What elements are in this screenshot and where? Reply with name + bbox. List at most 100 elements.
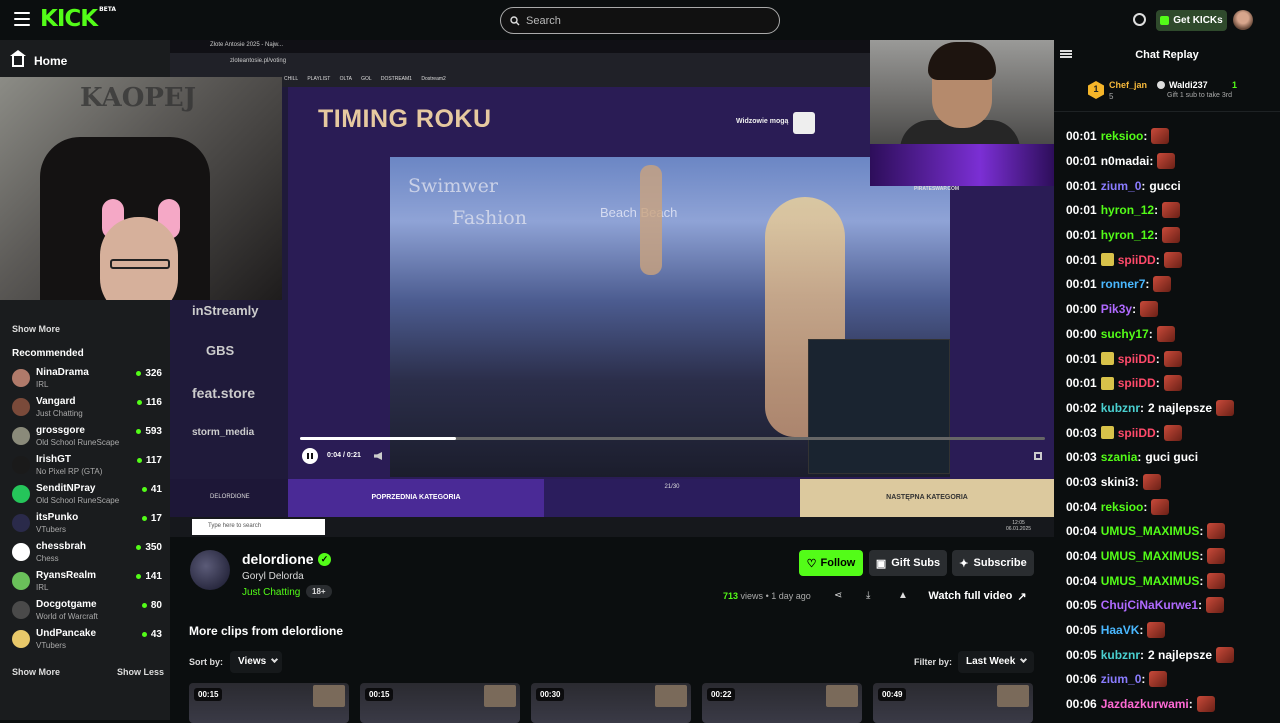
- chat-message: 00:01 spiiDD:: [1066, 247, 1276, 272]
- chat-username[interactable]: hyron_12: [1101, 203, 1154, 217]
- top-gifters: 1 Chef_jan 5 Waldi237 1 Gift 1 sub to ta…: [1054, 70, 1280, 112]
- fullscreen-icon[interactable]: [1034, 452, 1042, 460]
- chat-username[interactable]: ChujCiNaKurwe1: [1101, 598, 1198, 612]
- show-more-button[interactable]: Show More: [12, 667, 60, 677]
- search-bar[interactable]: [500, 7, 780, 34]
- channel-avatar: [12, 398, 30, 416]
- chat-username[interactable]: szania: [1101, 450, 1138, 464]
- chat-username[interactable]: spiiDD: [1118, 352, 1156, 366]
- clip-duration: 00:15: [365, 688, 394, 701]
- viewer-count: 350: [136, 542, 162, 553]
- download-icon[interactable]: ⤓: [866, 591, 876, 601]
- message-time: 00:00: [1066, 302, 1097, 317]
- gift-subs-button[interactable]: ▣ Gift Subs: [869, 550, 947, 576]
- sidebar-channel[interactable]: Docgotgame World of Warcraft 80: [12, 596, 162, 625]
- sort-select[interactable]: Views: [230, 651, 282, 673]
- clip-info: delordione ✓ Goryl Delorda Just Chatting…: [170, 537, 1054, 723]
- category-link[interactable]: Just Chatting: [242, 587, 300, 598]
- recommended-title: Recommended: [12, 348, 84, 359]
- clip-thumbnail[interactable]: 00:15: [189, 683, 349, 723]
- sidebar-channel[interactable]: IrishGT No Pixel RP (GTA) 117: [12, 451, 162, 480]
- chat-username[interactable]: hyron_12: [1101, 228, 1154, 242]
- sidebar-channel[interactable]: Vangard Just Chatting 116: [12, 393, 162, 422]
- search-input[interactable]: [526, 14, 746, 27]
- channel-avatar[interactable]: [190, 550, 230, 590]
- sidebar-channel[interactable]: itsPunko VTubers 17: [12, 509, 162, 538]
- chat-message: 00:04 UMUS_MAXIMUS:: [1066, 519, 1276, 544]
- sidebar-channel[interactable]: RyansRealm IRL 141: [12, 567, 162, 596]
- chat-message: 00:01 ronner7:: [1066, 272, 1276, 297]
- hamburger-menu-icon[interactable]: [14, 12, 30, 26]
- show-less-button[interactable]: Show Less: [117, 667, 164, 677]
- gifter-name[interactable]: Waldi237: [1157, 80, 1208, 90]
- gift-hint: Gift 1 sub to take 3rd: [1167, 92, 1232, 99]
- chat-username[interactable]: kubznr: [1101, 401, 1140, 415]
- gifter-name[interactable]: Chef_jan: [1109, 80, 1147, 90]
- get-kicks-button[interactable]: Get KICKs: [1156, 10, 1227, 31]
- subscribe-button[interactable]: ✦ Subscribe: [952, 550, 1034, 576]
- user-avatar[interactable]: [1233, 10, 1253, 30]
- watch-full-video-button[interactable]: Watch full video ↗: [921, 584, 1034, 608]
- chat-username[interactable]: UMUS_MAXIMUS: [1101, 574, 1200, 588]
- chat-username[interactable]: HaaVK: [1101, 623, 1140, 637]
- sidebar-channel[interactable]: SenditNPray Old School RuneScape 41: [12, 480, 162, 509]
- pause-button[interactable]: [302, 448, 318, 464]
- chat-username[interactable]: Jazdazkurwami: [1101, 697, 1189, 711]
- chat-username[interactable]: reksioo: [1101, 129, 1144, 143]
- emote-icon: [1163, 375, 1182, 392]
- kick-logo[interactable]: KICK BETA: [40, 6, 116, 32]
- chat-username[interactable]: UMUS_MAXIMUS: [1101, 524, 1200, 538]
- clip-thumbnail[interactable]: 00:15: [360, 683, 520, 723]
- channel-category: Chess: [36, 554, 59, 563]
- report-icon[interactable]: ▲: [898, 591, 908, 601]
- chat-username[interactable]: n0madai: [1101, 154, 1150, 168]
- follow-button[interactable]: ♡ Follow: [799, 550, 863, 576]
- wall-poster: KAOPEJ: [80, 83, 197, 113]
- chat-username[interactable]: zium_0: [1101, 672, 1142, 686]
- channel-name[interactable]: delordione: [242, 551, 314, 567]
- logo-text: KICK: [40, 6, 98, 32]
- chat-username[interactable]: skini3: [1101, 475, 1135, 489]
- clip-thumbnail[interactable]: 00:30: [531, 683, 691, 723]
- chat-username[interactable]: kubznr: [1101, 648, 1140, 662]
- chat-username[interactable]: ronner7: [1101, 277, 1146, 291]
- viewer-number: 80: [150, 600, 162, 611]
- clip-thumbnail[interactable]: 00:49: [873, 683, 1033, 723]
- message-time: 00:01: [1066, 277, 1097, 292]
- viewer-count: 593: [136, 426, 162, 437]
- chat-username[interactable]: Pik3y: [1101, 302, 1132, 316]
- message-time: 00:04: [1066, 499, 1097, 514]
- subscribe-label: Subscribe: [973, 557, 1027, 569]
- chat-username[interactable]: spiiDD: [1118, 253, 1156, 267]
- chat-username[interactable]: suchy17: [1101, 327, 1149, 341]
- message-time: 00:04: [1066, 549, 1097, 564]
- colon: :: [1132, 302, 1137, 317]
- sidebar-channel[interactable]: chessbrah Chess 350: [12, 538, 162, 567]
- chat-message: 00:00 Pik3y:: [1066, 297, 1276, 322]
- sidebar-home[interactable]: Home: [10, 49, 67, 68]
- chat-username[interactable]: reksioo: [1101, 500, 1144, 514]
- filter-select[interactable]: Last Week: [958, 651, 1034, 673]
- sidebar-channel[interactable]: grossgore Old School RuneScape 593: [12, 422, 162, 451]
- sidebar-channel[interactable]: NinaDrama IRL 326: [12, 364, 162, 393]
- clip-thumbnail[interactable]: 00:22: [702, 683, 862, 723]
- chat-username[interactable]: spiiDD: [1118, 426, 1156, 440]
- message-time: 00:03: [1066, 450, 1097, 465]
- voting-nav: DELORDIONE POPRZEDNIA KATEGORIA 21/30 NA…: [170, 479, 1054, 517]
- chat-username[interactable]: zium_0: [1101, 179, 1142, 193]
- chat-username[interactable]: spiiDD: [1118, 376, 1156, 390]
- channel-category: Old School RuneScape: [36, 438, 120, 447]
- viewer-number: 17: [150, 513, 162, 524]
- sort-label: Sort by:: [189, 657, 224, 667]
- video-player[interactable]: Złote Antosie 2025 - Najw... zloteantosi…: [170, 40, 1054, 537]
- share-icon[interactable]: ⋖: [834, 591, 844, 601]
- sidebar-channel[interactable]: UndPancake VTubers 43: [12, 625, 162, 654]
- show-more-following[interactable]: Show More: [12, 324, 60, 334]
- activity-icon[interactable]: [1133, 13, 1146, 26]
- colon: :: [1154, 228, 1159, 243]
- channel-name: Docgotgame: [36, 599, 97, 610]
- viewer-count: 17: [141, 513, 162, 524]
- chat-message: 00:02 kubznr:2 najlepsze: [1066, 396, 1276, 421]
- emote-icon: [1151, 498, 1170, 515]
- chat-username[interactable]: UMUS_MAXIMUS: [1101, 549, 1200, 563]
